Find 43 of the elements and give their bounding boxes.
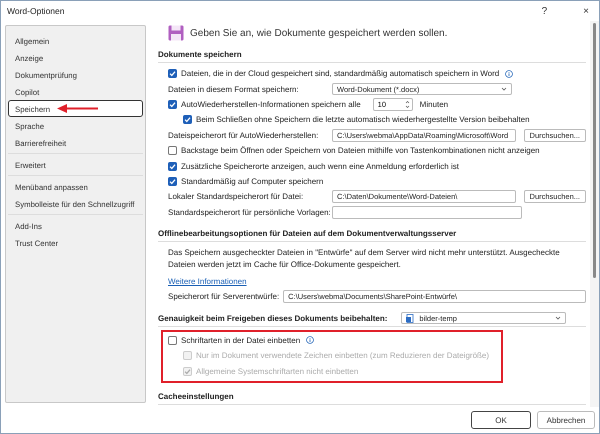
close-button[interactable]: × [579, 6, 593, 16]
save-icon [168, 25, 184, 41]
checkbox[interactable] [168, 146, 177, 156]
checkbox-label: Beim Schließen ohne Speichern die letzte automatisch wiederhergestellte Version beibehalten [196, 115, 530, 124]
info-icon[interactable] [306, 336, 314, 344]
field-label: Dateispeicherort für AutoWiederherstellen: [168, 130, 320, 140]
section-heading: Offlinebearbeitungsoptionen für Dateien auf dem Dokumentverwaltungsserver [158, 228, 456, 238]
field-label: Dateien in diesem Format speichern: [168, 84, 300, 94]
field-label: Speicherort für Serverentwürfe: [168, 292, 280, 302]
caret-icon [501, 87, 507, 92]
path-field[interactable] [332, 206, 522, 219]
unit-label: Minuten [420, 100, 448, 109]
checkbox-label: Backstage beim Öffnen oder Speichern von Dateien mithilfe von Tastenkombinationen nicht anzeigen [181, 146, 540, 156]
field-label: Standardspeicherort für persönliche Vorlagen: [168, 208, 328, 217]
checkbox-label: Dateien, die in der Cloud gespeichert sind, standardmäßig automatisch speichern in Word [181, 69, 500, 78]
checkbox-label: Schriftarten in der Datei einbetten [181, 336, 300, 345]
window-title: Word-Optionen [7, 6, 64, 16]
info-paragraph: Das Speichern ausgecheckter Dateien in "Entwürfe" auf dem Server wird nicht mehr unterstützt. Ausgecheckte Dateien werden jetzt im Cache für Office-Dokumente gespeichert. [167, 246, 561, 272]
checkbox-label: Allgemeine Systemschriftarten nicht einbetten [196, 366, 358, 376]
checkbox-label: Standardmäßig auf Computer speichern [181, 176, 324, 186]
caret-icon [555, 316, 562, 320]
document-icon [406, 314, 416, 323]
checkbox[interactable] [168, 176, 177, 186]
checkbox[interactable] [183, 115, 192, 124]
checkbox-label: AutoWiederherstellen-Informationen speichern alle [181, 100, 361, 109]
info-icon[interactable] [505, 70, 514, 78]
scrollbar[interactable] [590, 21, 599, 407]
more-info-link[interactable]: Weitere Informationen [168, 277, 247, 286]
checkbox[interactable] [168, 162, 177, 171]
section-heading: Dokumente speichern [158, 50, 242, 59]
checkbox[interactable] [168, 336, 177, 345]
help-button[interactable]: ? [538, 6, 552, 16]
checkbox-label: Nur im Dokument verwendete Zeichen einbetten (zum Reduzieren der Dateigröße) [196, 351, 490, 360]
ok-button[interactable]: OK [471, 411, 531, 429]
checkbox[interactable] [168, 100, 177, 109]
section-heading: Genauigkeit beim Freigeben dieses Dokuments beibehalten: [158, 314, 388, 323]
checkbox-label: Zusätzliche Speicherorte anzeigen, auch wenn eine Anmeldung erforderlich ist [181, 162, 459, 171]
section-heading: Cacheeinstellungen [158, 392, 234, 401]
checkbox[interactable] [168, 69, 177, 78]
cancel-button[interactable]: Abbrechen [537, 411, 595, 429]
spinner-arrows-icon[interactable] [404, 100, 410, 109]
page-heading: Geben Sie an, wie Dokumente gespeichert werden sollen. [190, 28, 448, 38]
field-label: Lokaler Standardspeicherort für Datei: [168, 192, 304, 202]
